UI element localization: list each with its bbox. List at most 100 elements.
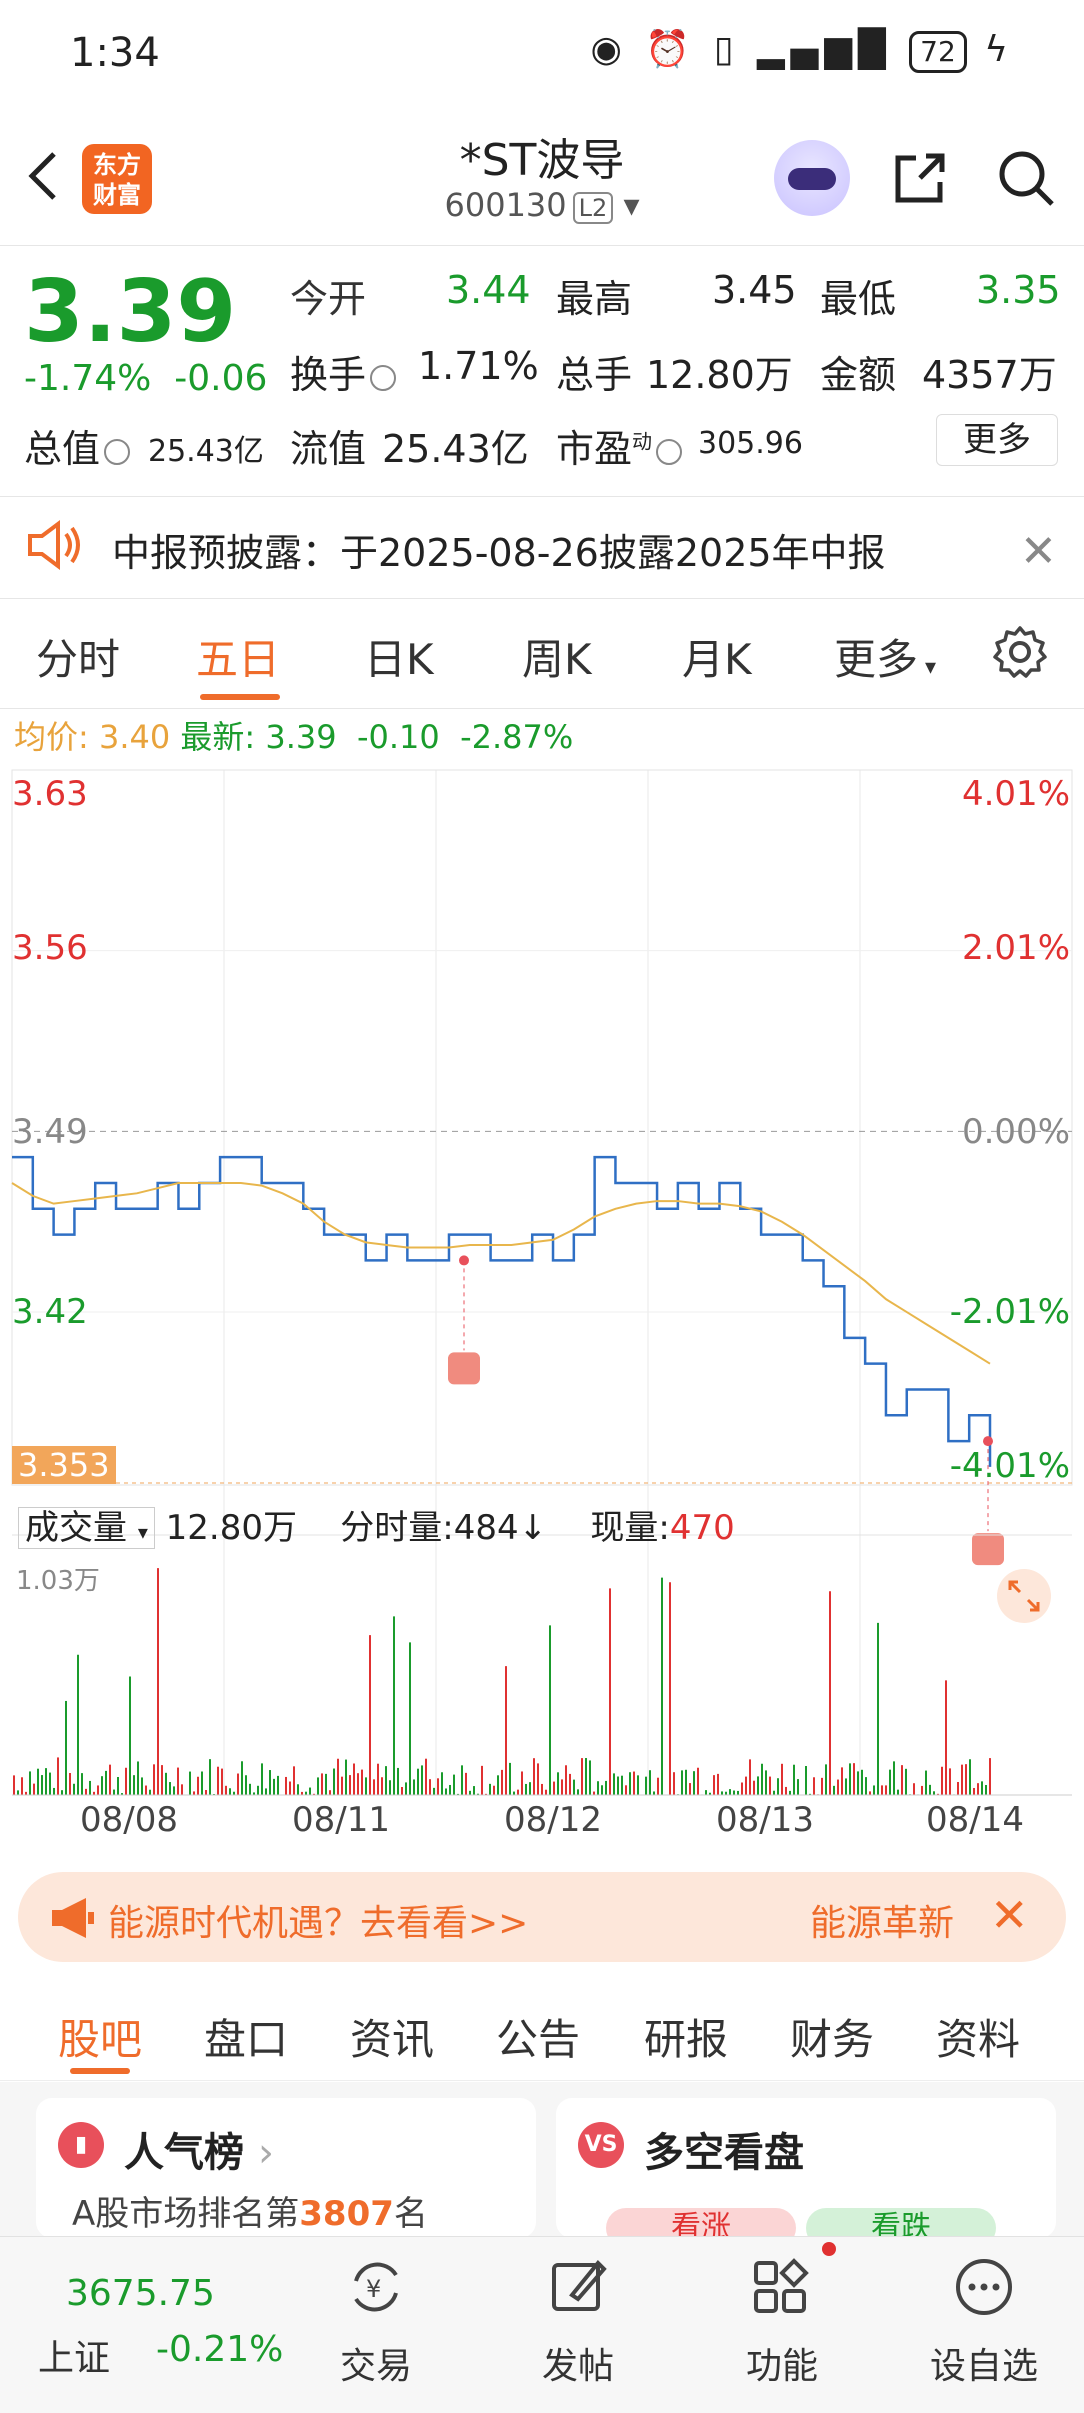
- turnover-value: 1.71%: [418, 344, 539, 388]
- nav-function[interactable]: 功能: [746, 2337, 818, 2389]
- signal-icon: ▂▄▆█: [756, 29, 892, 70]
- volume-info: 成交量 ▾ 12.80万 分时量:484↓ 现量:470: [18, 1500, 735, 1549]
- buy-marker-badge: [972, 1533, 1004, 1566]
- vote-up-button[interactable]: 看涨: [606, 2208, 796, 2238]
- float-value: 25.43亿: [382, 427, 529, 471]
- gear-icon[interactable]: [992, 624, 1048, 680]
- status-time: 1:34: [70, 30, 160, 76]
- turnover-label[interactable]: 换手: [290, 344, 400, 399]
- tab-guba[interactable]: 股吧: [58, 2006, 142, 2067]
- volume-selector[interactable]: 成交量 ▾: [18, 1507, 155, 1549]
- trade-icon[interactable]: ¥: [344, 2255, 408, 2319]
- duokong-title: 多空看盘: [644, 2130, 804, 2176]
- y-tick-left-1: 3.56: [12, 928, 88, 968]
- battery-icon: 72: [909, 31, 967, 73]
- promo-banner[interactable]: 能源时代机遇？去看看>> 能源革新 ✕: [18, 1872, 1066, 1962]
- current-price-tag: 3.353: [12, 1446, 116, 1484]
- y-tick-left-2: 3.49: [12, 1112, 88, 1152]
- mktcap-label[interactable]: 总值: [24, 418, 134, 473]
- high-label: 最高: [556, 277, 633, 321]
- five-day-chart[interactable]: [0, 760, 1084, 1800]
- notification-dot: [822, 2242, 836, 2256]
- date-label: 08/08: [80, 1800, 178, 1840]
- buy-marker-dot: [459, 1255, 469, 1266]
- y-tick-right-2: 0.00%: [961, 1112, 1070, 1152]
- notice-bar[interactable]: 中报预披露：于2025-08-26披露2025年中报 ✕: [0, 496, 1084, 599]
- low-value: 3.35: [976, 268, 1061, 312]
- vs-icon: VS: [578, 2122, 624, 2168]
- more-dots-icon[interactable]: [952, 2255, 1016, 2319]
- active-tab-indicator: [70, 2068, 130, 2074]
- y-tick-left-3: 3.42: [12, 1292, 88, 1332]
- popularity-card[interactable]: ▮ 人气榜 › A股市场排名第3807名: [36, 2098, 536, 2238]
- chart-frame: [11, 769, 1073, 1486]
- edit-icon[interactable]: [546, 2255, 610, 2319]
- volume-max-label: 1.03万: [16, 1566, 100, 1596]
- mktcap-value: 25.43亿: [148, 434, 264, 469]
- nav-trade[interactable]: 交易: [340, 2337, 412, 2389]
- ai-robot-icon[interactable]: [774, 140, 850, 216]
- charging-icon: ϟ: [984, 29, 1014, 70]
- pe-value: 305.96: [698, 426, 803, 461]
- tab-news[interactable]: 资讯: [350, 2006, 434, 2067]
- speaker-icon: [28, 520, 80, 570]
- popularity-rank: A股市场排名第3807名: [72, 2194, 428, 2234]
- buy-marker-badge: [448, 1352, 480, 1385]
- price-change: -1.74% -0.06: [24, 358, 268, 399]
- chart-info: 均价: 3.40 最新: 3.39 -0.10 -2.87%: [14, 718, 574, 756]
- close-icon[interactable]: ✕: [990, 1888, 1029, 1942]
- index-change: -0.21%: [156, 2329, 284, 2370]
- tab-intraday[interactable]: 分时: [36, 626, 120, 687]
- vote-down-button[interactable]: 看跌: [806, 2208, 996, 2238]
- l2-badge: L2: [572, 192, 614, 224]
- tab-daily-k[interactable]: 日K: [364, 626, 434, 687]
- date-label: 08/13: [716, 1800, 814, 1840]
- svg-text:¥: ¥: [366, 2275, 381, 2303]
- open-value: 3.44: [446, 268, 531, 312]
- stock-header: 东方 财富 *ST波导 600130 L2 ▾: [0, 110, 1084, 246]
- vibrate-icon: ▯: [713, 29, 740, 70]
- index-value: 3675.75: [66, 2273, 215, 2314]
- status-bar: 1:34 ◉ ⏰ ▯ ▂▄▆█ 72 ϟ: [0, 0, 1084, 110]
- date-label: 08/11: [292, 1800, 390, 1840]
- share-icon[interactable]: [890, 148, 950, 208]
- close-icon[interactable]: ✕: [1020, 526, 1057, 577]
- bottom-nav: 3675.75 上证 -0.21% ¥ 交易 发帖 功能 设自选: [0, 2236, 1084, 2413]
- active-tab-indicator: [200, 694, 280, 700]
- expand-icon[interactable]: [996, 1568, 1052, 1624]
- banner-right-text: 能源革新: [810, 1903, 955, 1944]
- amount-label: 金额: [820, 353, 897, 397]
- y-tick-right-1: 2.01%: [961, 928, 1070, 968]
- y-tick-right-4: -4.01%: [949, 1446, 1070, 1486]
- tab-five-day[interactable]: 五日: [196, 626, 280, 687]
- y-tick-right-0: 4.01%: [961, 774, 1070, 814]
- tab-profile[interactable]: 资料: [936, 2006, 1020, 2067]
- status-icons: ◉ ⏰ ▯ ▂▄▆█ 72 ϟ: [591, 28, 1014, 73]
- tab-research[interactable]: 研报: [644, 2006, 728, 2067]
- cards-area: ▮ 人气榜 › A股市场排名第3807名 VS 多空看盘 看涨 看跌: [0, 2082, 1084, 2242]
- nav-post[interactable]: 发帖: [542, 2337, 614, 2389]
- tab-more[interactable]: 更多 ▾: [834, 626, 936, 687]
- megaphone-icon: [52, 1898, 94, 1938]
- nav-watchlist[interactable]: 设自选: [930, 2337, 1038, 2389]
- volume-value: 12.80万: [646, 353, 793, 397]
- bar-chart-icon: ▮: [58, 2122, 104, 2168]
- tab-weekly-k[interactable]: 周K: [522, 626, 592, 687]
- info-icon: [370, 364, 397, 391]
- last-price: 3.39: [24, 262, 237, 362]
- alarm-icon: ⏰: [645, 29, 697, 70]
- pe-label[interactable]: 市盈动: [556, 418, 686, 473]
- tab-announcement[interactable]: 公告: [496, 2006, 580, 2067]
- tab-monthly-k[interactable]: 月K: [682, 626, 752, 687]
- more-button[interactable]: 更多: [936, 414, 1058, 466]
- grid-icon[interactable]: [748, 2255, 812, 2319]
- duokong-card[interactable]: VS 多空看盘 看涨 看跌: [556, 2098, 1056, 2238]
- tab-pankou[interactable]: 盘口: [204, 2006, 288, 2067]
- tab-finance[interactable]: 财务: [790, 2006, 874, 2067]
- banner-text: 能源时代机遇？去看看>>: [108, 1903, 529, 1944]
- info-tabs: 股吧 盘口 资讯 公告 研报 财务 资料: [0, 1980, 1084, 2081]
- volume-label: 总手: [556, 353, 633, 397]
- eye-icon: ◉: [590, 29, 628, 70]
- search-icon[interactable]: [994, 146, 1058, 210]
- open-cell: 今开: [290, 277, 367, 321]
